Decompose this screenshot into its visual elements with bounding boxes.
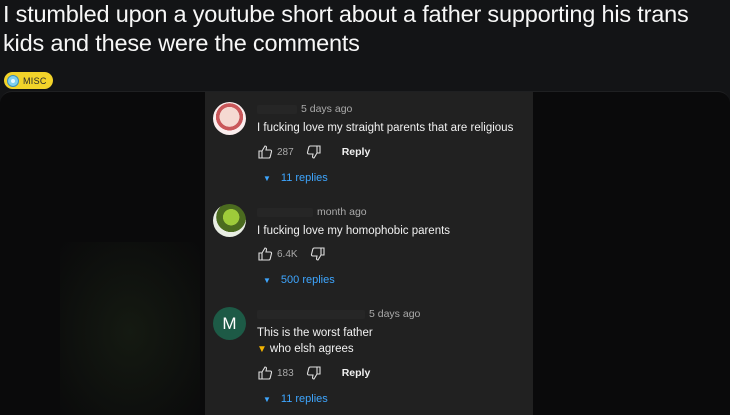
comment-line: I fucking love my homophobic parents <box>257 225 451 237</box>
username-redacted <box>257 104 297 114</box>
comment-line: I fucking love my straight parents that … <box>257 122 514 134</box>
username-redacted <box>257 309 365 319</box>
thumbs-down-icon[interactable] <box>310 246 326 262</box>
thumbs-up-icon[interactable] <box>257 144 273 160</box>
comment-text: I fucking love my straight parents that … <box>257 120 513 136</box>
thumbs-up-icon[interactable] <box>257 365 273 381</box>
replies-count: 11 replies <box>280 172 328 184</box>
post-title[interactable]: I stumbled upon a youtube short about a … <box>3 0 727 58</box>
comment-time: 5 days ago <box>369 308 421 320</box>
comment-time: 5 days ago <box>301 103 353 115</box>
comment-time: month ago <box>317 206 367 218</box>
view-replies-button[interactable]: ▼ 11 replies <box>263 172 328 184</box>
comment-text: I fucking love my homophobic parents <box>257 223 450 239</box>
caret-down-icon: ▼ <box>263 394 271 404</box>
thumbs-up-icon[interactable] <box>257 246 273 262</box>
view-replies-button[interactable]: ▼ 500 replies <box>263 274 335 286</box>
thumbs-down-icon[interactable] <box>306 365 322 381</box>
reply-button[interactable]: Reply <box>342 146 371 158</box>
comment-meta: month ago <box>257 206 367 218</box>
avatar-letter: M <box>222 313 237 333</box>
username-redacted <box>257 207 313 217</box>
comment-line-text: who elsh agrees <box>269 343 354 355</box>
comment-meta: 5 days ago <box>257 308 420 320</box>
flair-label: MISC <box>23 75 47 86</box>
avatar[interactable]: M <box>213 307 246 340</box>
point-down-icon: ▼ <box>257 344 267 355</box>
flair-badge[interactable]: MISC <box>4 72 53 89</box>
avatar[interactable] <box>213 204 246 237</box>
globe-icon <box>7 74 19 87</box>
like-count: 183 <box>277 367 294 379</box>
reply-button[interactable]: Reply <box>342 367 371 379</box>
replies-count: 500 replies <box>280 274 335 286</box>
view-replies-button[interactable]: ▼ 11 replies <box>263 393 328 405</box>
comment-actions: 6.4K <box>257 246 326 262</box>
comment-line: This is the worst father <box>257 327 373 339</box>
comment-line: ▼ who elsh agrees <box>257 341 373 358</box>
comment-actions: 287 Reply <box>257 144 370 160</box>
comment-actions: 183 Reply <box>257 365 370 381</box>
like-count: 287 <box>277 146 294 158</box>
comment-meta: 5 days ago <box>257 103 352 115</box>
avatar[interactable] <box>213 102 246 135</box>
comment-text: This is the worst father ▼ who elsh agree… <box>257 325 373 358</box>
thumbs-down-icon[interactable] <box>306 144 322 160</box>
background-glow <box>60 242 200 415</box>
replies-count: 11 replies <box>280 393 328 405</box>
caret-down-icon: ▼ <box>263 173 271 183</box>
like-count: 6.4K <box>277 248 298 260</box>
caret-down-icon: ▼ <box>263 275 271 285</box>
